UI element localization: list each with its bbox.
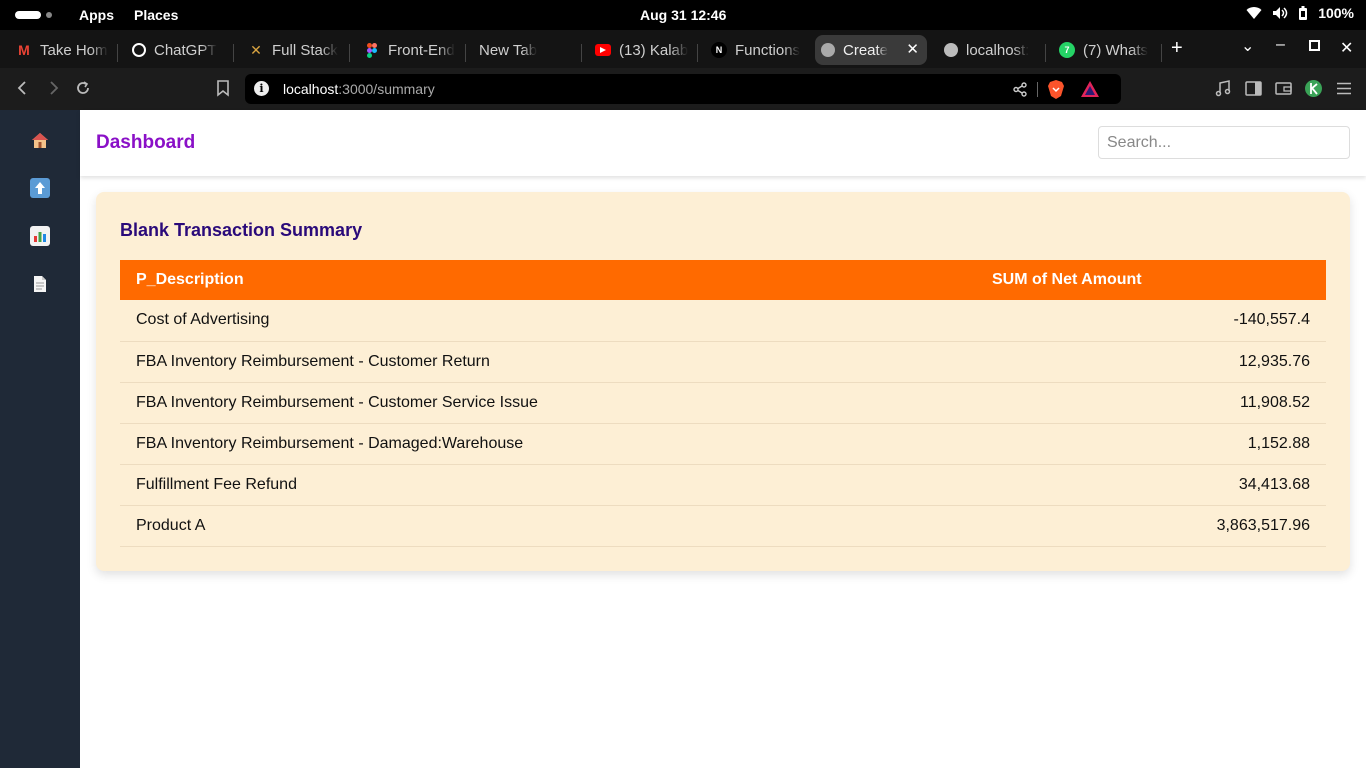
new-tab-button[interactable]: + xyxy=(1171,37,1183,60)
close-window-button[interactable]: ✕ xyxy=(1340,38,1353,58)
row-description: FBA Inventory Reimbursement - Customer S… xyxy=(120,382,976,424)
tab-functions[interactable]: N Functions xyxy=(705,35,805,65)
volume-icon xyxy=(1273,7,1288,19)
row-description: Cost of Advertising xyxy=(120,300,976,342)
brave-shield-icon[interactable] xyxy=(1047,80,1065,99)
chatgpt-icon xyxy=(132,43,146,57)
site-info-icon[interactable]: i xyxy=(254,81,269,96)
activities-indicator[interactable] xyxy=(15,11,52,19)
table-header-row: P_Description SUM of Net Amount xyxy=(120,260,1326,300)
summary-table: P_Description SUM of Net Amount Cost of … xyxy=(120,260,1326,547)
upload-icon[interactable] xyxy=(30,178,50,198)
system-top-bar: Apps Places Aug 31 12:46 100% xyxy=(0,0,1366,30)
app-sidebar xyxy=(0,110,80,768)
table-row: Product A 3,863,517.96 xyxy=(120,505,1326,547)
row-amount: 34,413.68 xyxy=(976,464,1326,506)
workspace-dot-icon xyxy=(46,12,52,18)
card-title: Blank Transaction Summary xyxy=(120,220,363,240)
page-title: Dashboard xyxy=(96,132,196,153)
globe-icon xyxy=(821,43,835,57)
row-description: FBA Inventory Reimbursement - Damaged:Wa… xyxy=(120,423,976,465)
chart-icon[interactable] xyxy=(30,226,50,246)
summary-card: Blank Transaction Summary P_Description … xyxy=(96,192,1350,571)
tools-icon: ✕ xyxy=(250,41,262,58)
system-tray[interactable]: 100% xyxy=(1246,5,1354,21)
gmail-icon: M xyxy=(18,42,30,58)
back-icon[interactable] xyxy=(14,79,32,97)
column-header-amount[interactable]: SUM of Net Amount xyxy=(976,260,1326,300)
table-row: FBA Inventory Reimbursement - Customer R… xyxy=(120,341,1326,383)
share-icon[interactable] xyxy=(1013,82,1028,97)
battery-icon xyxy=(1299,5,1308,20)
profile-avatar-icon[interactable] xyxy=(1305,80,1322,97)
whatsapp-icon: 7 xyxy=(1059,42,1075,58)
apps-menu[interactable]: Apps xyxy=(79,7,114,23)
clock[interactable]: Aug 31 12:46 xyxy=(640,7,726,23)
tab-chatgpt[interactable]: ChatGPT xyxy=(126,35,230,65)
tab-take-home[interactable]: M Take Hom xyxy=(10,35,114,65)
row-description: Product A xyxy=(120,505,976,547)
maximize-button[interactable] xyxy=(1309,38,1320,56)
menu-icon[interactable] xyxy=(1336,82,1352,95)
wallet-icon[interactable] xyxy=(1275,81,1292,96)
tab-create-active[interactable]: Create ✕ xyxy=(815,35,927,65)
row-amount: 12,935.76 xyxy=(976,341,1326,383)
home-icon[interactable] xyxy=(30,130,50,150)
minimize-button[interactable]: – xyxy=(1276,36,1285,54)
wifi-icon xyxy=(1246,7,1262,20)
battery-percentage: 100% xyxy=(1318,5,1354,21)
row-description: FBA Inventory Reimbursement - Customer R… xyxy=(120,341,976,383)
forward-icon[interactable] xyxy=(44,79,62,97)
row-amount: 1,152.88 xyxy=(976,423,1326,465)
tab-full-stack[interactable]: ✕ Full Stack xyxy=(242,35,342,65)
app-header: Dashboard xyxy=(80,110,1366,176)
figma-icon xyxy=(364,42,380,58)
table-row: FBA Inventory Reimbursement - Customer S… xyxy=(120,382,1326,424)
bookmark-icon[interactable] xyxy=(214,79,232,97)
tab-front-end[interactable]: Front-End xyxy=(358,35,458,65)
tab-youtube[interactable]: (13) Kalab xyxy=(589,35,689,65)
search-input[interactable] xyxy=(1098,126,1350,159)
tab-localhost[interactable]: localhost: xyxy=(938,35,1038,65)
table-row: Fulfillment Fee Refund 34,413.68 xyxy=(120,464,1326,506)
row-description: Fulfillment Fee Refund xyxy=(120,464,976,506)
column-header-description[interactable]: P_Description xyxy=(120,260,976,300)
tab-whatsapp[interactable]: 7 (7) Whats xyxy=(1053,35,1155,65)
tab-list-chevron-icon[interactable]: ⌄ xyxy=(1241,36,1254,56)
address-bar[interactable]: i localhost:3000/summary xyxy=(245,74,1121,104)
sidebar-toggle-icon[interactable] xyxy=(1245,81,1262,96)
document-icon[interactable] xyxy=(30,274,50,294)
workspace-pill-icon xyxy=(15,11,41,19)
places-menu[interactable]: Places xyxy=(134,7,178,23)
tab-new-tab[interactable]: New Tab xyxy=(473,35,573,65)
table-row: Cost of Advertising -140,557.4 xyxy=(120,300,1326,342)
youtube-icon xyxy=(595,44,611,56)
table-row: FBA Inventory Reimbursement - Damaged:Wa… xyxy=(120,423,1326,465)
close-tab-icon[interactable]: ✕ xyxy=(906,40,919,58)
browser-toolbar: i localhost:3000/summary xyxy=(0,68,1366,110)
row-amount: 11,908.52 xyxy=(976,382,1326,424)
media-icon[interactable] xyxy=(1215,80,1232,97)
row-amount: 3,863,517.96 xyxy=(976,505,1326,547)
reload-icon[interactable] xyxy=(74,79,92,97)
url-text: localhost:3000/summary xyxy=(283,81,435,97)
brave-rewards-icon[interactable] xyxy=(1081,81,1099,97)
row-amount: -140,557.4 xyxy=(976,300,1326,342)
browser-tab-strip: M Take Hom ChatGPT ✕ Full Stack Front-En… xyxy=(0,30,1366,68)
notion-icon: N xyxy=(711,42,727,58)
globe-icon xyxy=(944,43,958,57)
